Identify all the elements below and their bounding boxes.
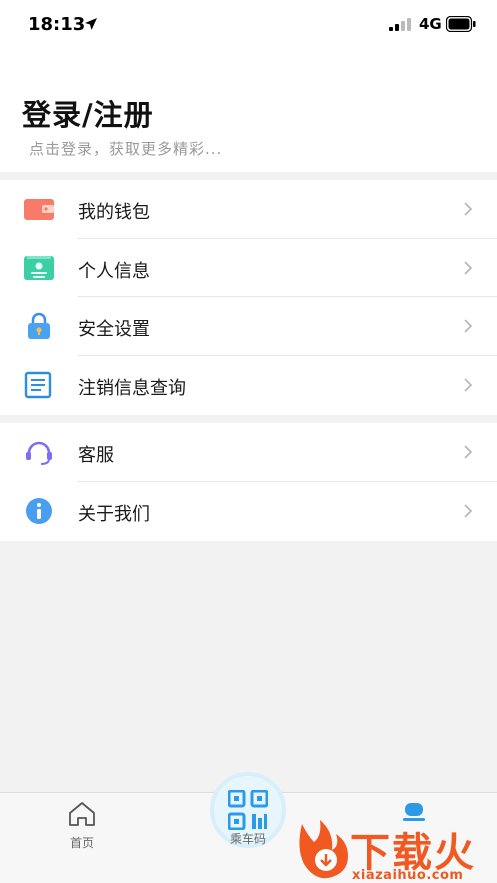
menu-item-label: 客服: [78, 445, 114, 466]
location-arrow-icon: [85, 18, 97, 30]
wallet-icon: [24, 199, 54, 220]
chevron-right-icon: [464, 260, 473, 275]
menu-item-wallet[interactable]: 我的钱包: [0, 180, 497, 239]
menu-item-label: 注销信息查询: [78, 377, 186, 399]
ride-code-label[interactable]: 乘车码: [222, 830, 274, 847]
status-time: 18:13: [28, 14, 86, 35]
menu-group-account: 我的钱包 个人信息 安全设置 注销信息查询: [0, 180, 497, 415]
home-icon: [69, 802, 95, 826]
chevron-right-icon: [464, 445, 473, 459]
watermark: 下载火 xiazaihuo.com: [292, 818, 497, 883]
chevron-right-icon: [464, 503, 473, 518]
qr-code-icon: [228, 790, 268, 830]
menu-group-support: 客服 关于我们: [0, 423, 497, 541]
menu-item-deregistration-query[interactable]: 注销信息查询: [0, 356, 497, 415]
network-type: 4G: [419, 15, 442, 33]
chevron-right-icon: [464, 377, 473, 392]
menu-item-label: 我的钱包: [78, 202, 150, 223]
id-card-icon: [24, 255, 54, 280]
tab-home-label: 首页: [69, 836, 94, 850]
menu-item-customer-service[interactable]: 客服: [0, 423, 497, 482]
document-icon: [24, 371, 52, 398]
menu-item-personal-info[interactable]: 个人信息: [0, 239, 497, 297]
info-icon: [26, 497, 52, 524]
login-hint[interactable]: 点击登录，获取更多精彩...: [29, 138, 222, 159]
menu-item-security[interactable]: 安全设置: [0, 297, 497, 356]
menu-item-label: 个人信息: [78, 260, 150, 282]
status-bar: 18:13 4G: [0, 0, 497, 50]
flame-logo-icon: [299, 820, 348, 879]
tab-home[interactable]: 首页: [52, 801, 112, 851]
cellular-signal-icon: [389, 18, 411, 31]
watermark-url: xiazaihuo.com: [352, 868, 464, 883]
menu-item-label: 关于我们: [78, 503, 150, 525]
battery-icon: [446, 16, 476, 32]
chevron-right-icon: [464, 202, 473, 216]
lock-icon: [28, 312, 50, 339]
headset-icon: [26, 441, 52, 465]
chevron-right-icon: [464, 319, 473, 333]
menu-item-about-us[interactable]: 关于我们: [0, 482, 497, 541]
login-register-title[interactable]: 登录/注册: [22, 92, 154, 134]
menu-item-label: 安全设置: [78, 319, 150, 340]
